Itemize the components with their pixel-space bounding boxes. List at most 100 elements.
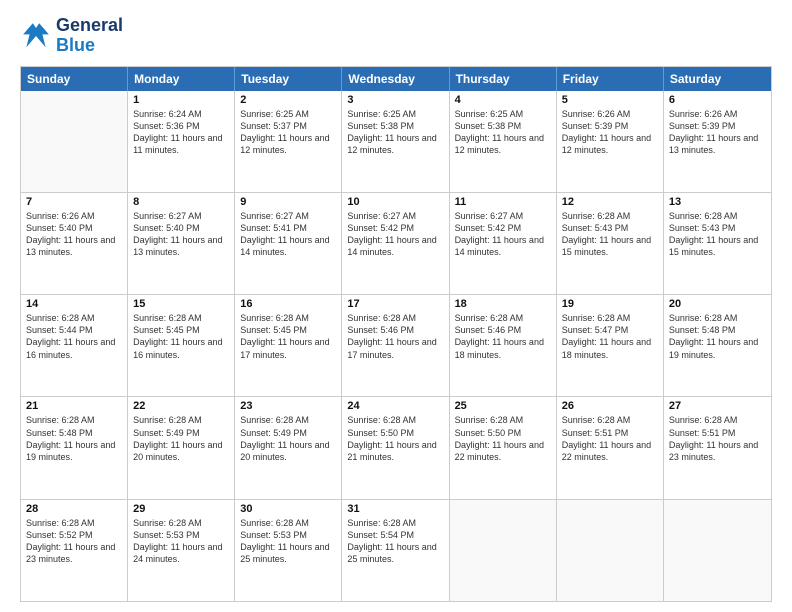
cell-info: Sunrise: 6:28 AMSunset: 5:52 PMDaylight:… [26, 517, 122, 566]
header-day-monday: Monday [128, 67, 235, 91]
cal-cell: 6 Sunrise: 6:26 AMSunset: 5:39 PMDaylight… [664, 91, 771, 192]
cal-cell: 15 Sunrise: 6:28 AMSunset: 5:45 PMDayligh… [128, 295, 235, 396]
cell-info: Sunrise: 6:28 AMSunset: 5:46 PMDaylight:… [347, 312, 443, 361]
cell-info: Sunrise: 6:27 AMSunset: 5:40 PMDaylight:… [133, 210, 229, 259]
cal-cell: 25 Sunrise: 6:28 AMSunset: 5:50 PMDayligh… [450, 397, 557, 498]
cell-day-number: 26 [562, 400, 658, 412]
week-row-1: 1 Sunrise: 6:24 AMSunset: 5:36 PMDaylight… [21, 91, 771, 192]
cell-info: Sunrise: 6:28 AMSunset: 5:53 PMDaylight:… [133, 517, 229, 566]
cell-info: Sunrise: 6:26 AMSunset: 5:39 PMDaylight:… [669, 108, 766, 157]
cell-day-number: 2 [240, 94, 336, 106]
cell-day-number: 7 [26, 196, 122, 208]
cal-cell: 3Sunrise: 6:25 AMSunset: 5:38 PMDaylight… [342, 91, 449, 192]
cal-cell: 29Sunrise: 6:28 AMSunset: 5:53 PMDayligh… [128, 500, 235, 601]
cell-day-number: 8 [133, 196, 229, 208]
cell-info: Sunrise: 6:28 AMSunset: 5:48 PMDaylight:… [26, 414, 122, 463]
cell-info: Sunrise: 6:28 AMSunset: 5:44 PMDaylight:… [26, 312, 122, 361]
cell-day-number: 23 [240, 400, 336, 412]
cal-cell: 14Sunrise: 6:28 AMSunset: 5:44 PMDayligh… [21, 295, 128, 396]
cell-info: Sunrise: 6:28 AMSunset: 5:50 PMDaylight:… [455, 414, 551, 463]
logo-line2: Blue [56, 36, 123, 56]
cal-cell: 10Sunrise: 6:27 AMSunset: 5:42 PMDayligh… [342, 193, 449, 294]
header-day-thursday: Thursday [450, 67, 557, 91]
cell-day-number: 21 [26, 400, 122, 412]
cell-info: Sunrise: 6:28 AMSunset: 5:47 PMDaylight:… [562, 312, 658, 361]
cell-day-number: 10 [347, 196, 443, 208]
header-day-sunday: Sunday [21, 67, 128, 91]
cal-cell: 30Sunrise: 6:28 AMSunset: 5:53 PMDayligh… [235, 500, 342, 601]
cal-cell: 13Sunrise: 6:28 AMSunset: 5:43 PMDayligh… [664, 193, 771, 294]
cell-info: Sunrise: 6:28 AMSunset: 5:43 PMDaylight:… [669, 210, 766, 259]
cell-day-number: 1 [133, 94, 229, 106]
cal-cell: 1 Sunrise: 6:24 AMSunset: 5:36 PMDaylight… [128, 91, 235, 192]
cell-info: Sunrise: 6:28 AMSunset: 5:46 PMDaylight:… [455, 312, 551, 361]
week-row-2: 7 Sunrise: 6:26 AMSunset: 5:40 PMDaylight… [21, 192, 771, 294]
cell-day-number: 19 [562, 298, 658, 310]
header-day-friday: Friday [557, 67, 664, 91]
cell-info: Sunrise: 6:28 AMSunset: 5:50 PMDaylight:… [347, 414, 443, 463]
calendar-body: 1 Sunrise: 6:24 AMSunset: 5:36 PMDaylight… [21, 91, 771, 601]
cell-day-number: 17 [347, 298, 443, 310]
cell-day-number: 31 [347, 503, 443, 515]
cell-day-number: 12 [562, 196, 658, 208]
cal-cell: 4 Sunrise: 6:25 AMSunset: 5:38 PMDaylight… [450, 91, 557, 192]
week-row-3: 14Sunrise: 6:28 AMSunset: 5:44 PMDayligh… [21, 294, 771, 396]
cal-cell: 12 Sunrise: 6:28 AMSunset: 5:43 PMDayligh… [557, 193, 664, 294]
cell-info: Sunrise: 6:28 AMSunset: 5:48 PMDaylight:… [669, 312, 766, 361]
cal-cell: 7 Sunrise: 6:26 AMSunset: 5:40 PMDaylight… [21, 193, 128, 294]
cell-info: Sunrise: 6:24 AMSunset: 5:36 PMDaylight:… [133, 108, 229, 157]
cell-day-number: 20 [669, 298, 766, 310]
cell-info: Sunrise: 6:28 AMSunset: 5:45 PMDaylight:… [133, 312, 229, 361]
cell-day-number: 3 [347, 94, 443, 106]
cal-cell: 2 Sunrise: 6:25 AMSunset: 5:37 PMDaylight… [235, 91, 342, 192]
page: General Blue SundayMondayTuesdayWednesda… [0, 0, 792, 612]
week-row-4: 21 Sunrise: 6:28 AMSunset: 5:48 PMDayligh… [21, 396, 771, 498]
cal-cell: 22Sunrise: 6:28 AMSunset: 5:49 PMDayligh… [128, 397, 235, 498]
cal-cell [21, 91, 128, 192]
cal-cell: 5Sunrise: 6:26 AMSunset: 5:39 PMDaylight… [557, 91, 664, 192]
cell-info: Sunrise: 6:28 AMSunset: 5:54 PMDaylight:… [347, 517, 443, 566]
header-day-wednesday: Wednesday [342, 67, 449, 91]
cell-info: Sunrise: 6:26 AMSunset: 5:40 PMDaylight:… [26, 210, 122, 259]
cal-cell [557, 500, 664, 601]
logo-icon [20, 20, 52, 52]
cell-day-number: 9 [240, 196, 336, 208]
cell-day-number: 6 [669, 94, 766, 106]
cal-cell [664, 500, 771, 601]
cal-cell: 31 Sunrise: 6:28 AMSunset: 5:54 PMDayligh… [342, 500, 449, 601]
cell-day-number: 4 [455, 94, 551, 106]
cal-cell [450, 500, 557, 601]
cell-day-number: 24 [347, 400, 443, 412]
cal-cell: 24 Sunrise: 6:28 AMSunset: 5:50 PMDayligh… [342, 397, 449, 498]
cell-day-number: 18 [455, 298, 551, 310]
cal-cell: 11 Sunrise: 6:27 AMSunset: 5:42 PMDayligh… [450, 193, 557, 294]
calendar-header: SundayMondayTuesdayWednesdayThursdayFrid… [21, 67, 771, 91]
logo-line1: General [56, 16, 123, 36]
cell-day-number: 27 [669, 400, 766, 412]
cell-day-number: 11 [455, 196, 551, 208]
cal-cell: 9 Sunrise: 6:27 AMSunset: 5:41 PMDaylight… [235, 193, 342, 294]
header-day-tuesday: Tuesday [235, 67, 342, 91]
cell-info: Sunrise: 6:28 AMSunset: 5:43 PMDaylight:… [562, 210, 658, 259]
cal-cell: 16 Sunrise: 6:28 AMSunset: 5:45 PMDayligh… [235, 295, 342, 396]
cell-info: Sunrise: 6:27 AMSunset: 5:42 PMDaylight:… [455, 210, 551, 259]
cell-info: Sunrise: 6:28 AMSunset: 5:53 PMDaylight:… [240, 517, 336, 566]
cell-info: Sunrise: 6:27 AMSunset: 5:41 PMDaylight:… [240, 210, 336, 259]
header: General Blue [20, 16, 772, 56]
cell-info: Sunrise: 6:28 AMSunset: 5:51 PMDaylight:… [562, 414, 658, 463]
cell-info: Sunrise: 6:28 AMSunset: 5:45 PMDaylight:… [240, 312, 336, 361]
cell-info: Sunrise: 6:25 AMSunset: 5:38 PMDaylight:… [455, 108, 551, 157]
cell-day-number: 16 [240, 298, 336, 310]
cell-day-number: 15 [133, 298, 229, 310]
week-row-5: 28Sunrise: 6:28 AMSunset: 5:52 PMDayligh… [21, 499, 771, 601]
cell-info: Sunrise: 6:28 AMSunset: 5:49 PMDaylight:… [133, 414, 229, 463]
cal-cell: 28Sunrise: 6:28 AMSunset: 5:52 PMDayligh… [21, 500, 128, 601]
cell-info: Sunrise: 6:26 AMSunset: 5:39 PMDaylight:… [562, 108, 658, 157]
cal-cell: 8 Sunrise: 6:27 AMSunset: 5:40 PMDaylight… [128, 193, 235, 294]
cal-cell: 26 Sunrise: 6:28 AMSunset: 5:51 PMDayligh… [557, 397, 664, 498]
cal-cell: 21 Sunrise: 6:28 AMSunset: 5:48 PMDayligh… [21, 397, 128, 498]
cell-day-number: 25 [455, 400, 551, 412]
cell-info: Sunrise: 6:28 AMSunset: 5:51 PMDaylight:… [669, 414, 766, 463]
cal-cell: 18 Sunrise: 6:28 AMSunset: 5:46 PMDayligh… [450, 295, 557, 396]
cell-info: Sunrise: 6:25 AMSunset: 5:37 PMDaylight:… [240, 108, 336, 157]
